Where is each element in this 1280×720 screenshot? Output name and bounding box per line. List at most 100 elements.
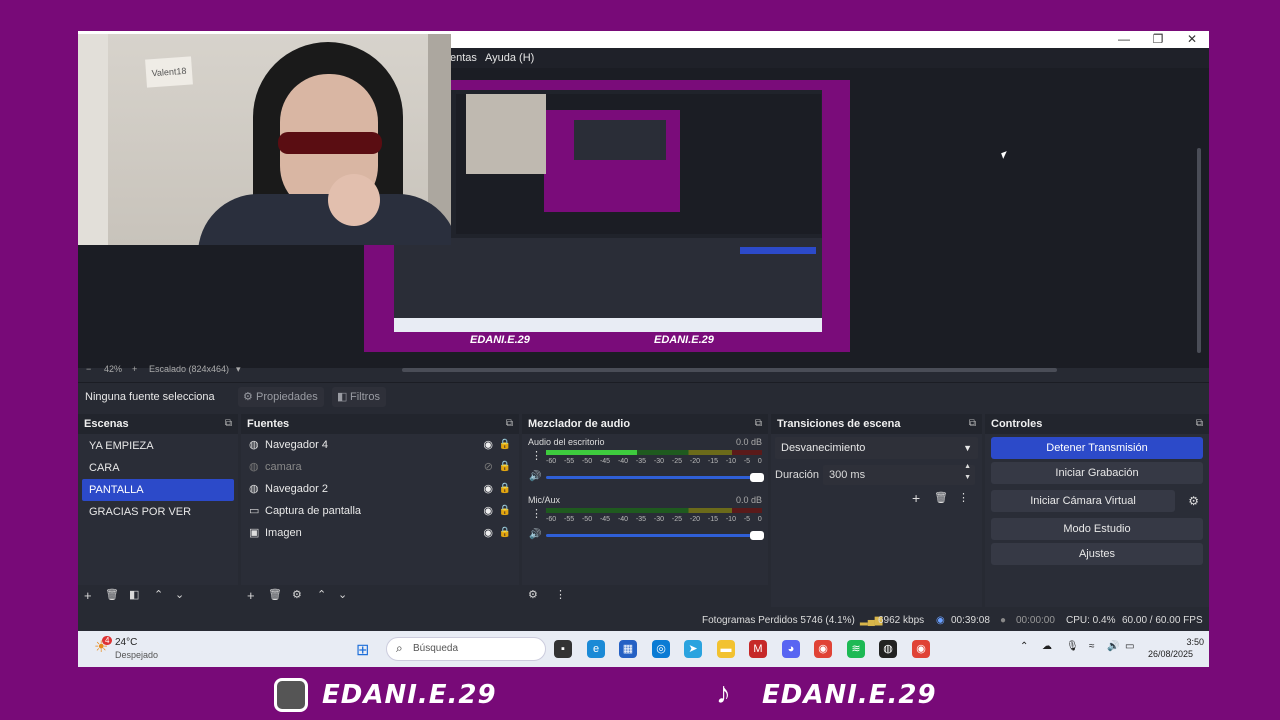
eye-icon[interactable]: ◉ [483, 434, 493, 456]
telegram-icon[interactable]: ➤ [684, 640, 702, 658]
scene-item-gracias-por-ver[interactable]: GRACIAS POR VER [82, 501, 234, 523]
meter-tick-label: -55 [563, 458, 575, 465]
obs-icon[interactable]: ◍ [879, 640, 897, 658]
studio-mode-button[interactable]: Modo Estudio [991, 518, 1203, 540]
scene-item-ya-empieza[interactable]: YA EMPIEZA [82, 435, 234, 457]
chrome-icon[interactable]: ◉ [912, 640, 930, 658]
gear-icon[interactable]: ⚙ [1188, 494, 1199, 508]
weather-desc[interactable]: Despejado [115, 650, 158, 660]
move-up-icon[interactable]: ⌃ [154, 588, 163, 601]
menu-tools[interactable]: entas [450, 48, 477, 68]
battery-icon[interactable]: ▭ [1125, 641, 1134, 652]
meter-tick-label: -15 [707, 458, 718, 465]
minimize-button[interactable]: — [1117, 31, 1131, 47]
spotify-icon[interactable]: ≋ [847, 640, 865, 658]
speaker-icon[interactable]: 🔊 [529, 529, 541, 540]
source-item[interactable]: ◍ Navegador 4 ◉ 🔒 [241, 434, 519, 456]
volume-slider[interactable] [546, 531, 764, 540]
float-icon[interactable]: ⧉ [755, 414, 762, 434]
lock-icon[interactable]: 🔒 [499, 522, 511, 544]
mic-icon[interactable]: 🎙 [1066, 641, 1079, 652]
meter-tick-label: -50 [581, 516, 593, 523]
speaker-icon[interactable]: 🔊 [529, 471, 541, 482]
chevron-down-icon: ▼ [963, 443, 972, 453]
eye-hidden-icon[interactable]: ⊘ [484, 456, 493, 478]
preview-vertical-scrollbar[interactable] [1197, 148, 1201, 353]
wifi-icon[interactable]: ≈ [1089, 641, 1095, 652]
float-icon[interactable]: ⧉ [969, 414, 976, 434]
eye-icon[interactable]: ◉ [483, 478, 493, 500]
transitions-title: Transiciones de escena [777, 418, 901, 430]
transition-select[interactable]: Desvanecimiento ▼ [775, 437, 978, 459]
eye-icon[interactable]: ◉ [483, 500, 493, 522]
scene-item-cara[interactable]: CARA [82, 457, 234, 479]
search-box[interactable]: ⌕ Búsqueda [386, 637, 546, 661]
volume-slider[interactable] [546, 473, 764, 482]
filter-icon[interactable]: ◧ [129, 588, 139, 601]
meter-tick-label: -25 [671, 458, 683, 465]
spinner-icon[interactable]: ▲ ▼ [964, 461, 971, 483]
trash-icon[interactable]: 🗑 [268, 588, 282, 601]
float-icon[interactable]: ⧉ [1196, 414, 1203, 434]
scale-dropdown-icon[interactable]: ▾ [236, 360, 241, 378]
float-icon[interactable]: ⧉ [225, 414, 232, 434]
settings-button[interactable]: Ajustes [991, 543, 1203, 565]
discord-icon[interactable]: ◕ [782, 640, 800, 658]
lock-icon[interactable]: 🔒 [499, 500, 511, 522]
zoom-in-button[interactable]: + [132, 360, 137, 378]
volume-icon[interactable]: 🔊 [1107, 641, 1119, 652]
gear-icon[interactable]: ⚙ [292, 588, 302, 601]
app-icon[interactable]: ◎ [652, 640, 670, 658]
source-item[interactable]: ◍ Navegador 2 ◉ 🔒 [241, 478, 519, 500]
weather-temp[interactable]: 24°C [115, 637, 137, 648]
move-up-icon[interactable]: ⌃ [317, 588, 326, 601]
duration-input[interactable]: 300 ms ▲ ▼ [823, 463, 975, 485]
menu-dots-icon[interactable]: ⋮ [531, 449, 542, 462]
zoom-value: 42% [104, 364, 123, 374]
source-item[interactable]: ▭ Captura de pantalla ◉ 🔒 [241, 500, 519, 522]
move-down-icon[interactable]: ⌄ [338, 588, 347, 601]
channel-name: Mic/Aux [528, 495, 561, 505]
close-button[interactable]: ✕ [1185, 31, 1199, 47]
task-view-icon[interactable]: ▪ [554, 640, 572, 658]
chevron-up-icon[interactable]: ⌃ [1020, 641, 1028, 652]
gear-icon[interactable]: ⚙ [528, 588, 538, 601]
stop-streaming-button[interactable]: Detener Transmisión [991, 437, 1203, 459]
menu-dots-icon[interactable]: ⋮ [555, 588, 566, 601]
preview-horizontal-scrollbar[interactable] [402, 368, 1057, 372]
properties-button[interactable]: ⚙ Propiedades [238, 387, 324, 407]
menu-help[interactable]: Ayuda (H) [485, 48, 534, 68]
menu-dots-icon[interactable]: ⋮ [958, 491, 969, 504]
antivirus-icon[interactable]: M [749, 640, 767, 658]
windows-start-icon[interactable]: ⊞ [356, 640, 369, 660]
move-down-icon[interactable]: ⌄ [175, 588, 184, 601]
float-icon[interactable]: ⧉ [506, 414, 513, 434]
start-recording-button[interactable]: Iniciar Grabación [991, 462, 1203, 484]
chrome-icon[interactable]: ◉ [814, 640, 832, 658]
trash-icon[interactable]: 🗑 [105, 588, 119, 601]
clock-date[interactable]: 26/08/2025 [1148, 649, 1193, 659]
lock-icon[interactable]: 🔒 [499, 478, 511, 500]
lock-icon[interactable]: 🔒 [499, 456, 511, 478]
add-icon[interactable]: + [247, 588, 255, 603]
edge-icon[interactable]: e [587, 640, 605, 658]
trash-icon[interactable]: 🗑 [934, 491, 948, 504]
filters-button[interactable]: ◧ Filtros [332, 387, 386, 407]
lock-icon[interactable]: 🔒 [499, 434, 511, 456]
start-virtual-camera-button[interactable]: Iniciar Cámara Virtual [991, 490, 1175, 512]
scene-item-pantalla[interactable]: PANTALLA [82, 479, 234, 501]
eye-icon[interactable]: ◉ [483, 522, 493, 544]
maximize-button[interactable]: ❐ [1151, 31, 1165, 47]
meter-tick-label: -30 [653, 458, 665, 465]
store-icon[interactable]: ▦ [619, 640, 637, 658]
source-item[interactable]: ▣ Imagen ◉ 🔒 [241, 522, 519, 544]
clock-time[interactable]: 3:50 [1164, 637, 1204, 647]
source-item[interactable]: ◍ camara ⊘ 🔒 [241, 456, 519, 478]
cloud-icon[interactable]: ☁ [1042, 641, 1052, 652]
add-icon[interactable]: + [912, 490, 920, 506]
add-icon[interactable]: + [84, 588, 92, 603]
volume-meter [546, 450, 762, 455]
zoom-out-button[interactable]: − [86, 360, 91, 378]
menu-dots-icon[interactable]: ⋮ [531, 507, 542, 520]
folder-icon[interactable]: ▬ [717, 640, 735, 658]
